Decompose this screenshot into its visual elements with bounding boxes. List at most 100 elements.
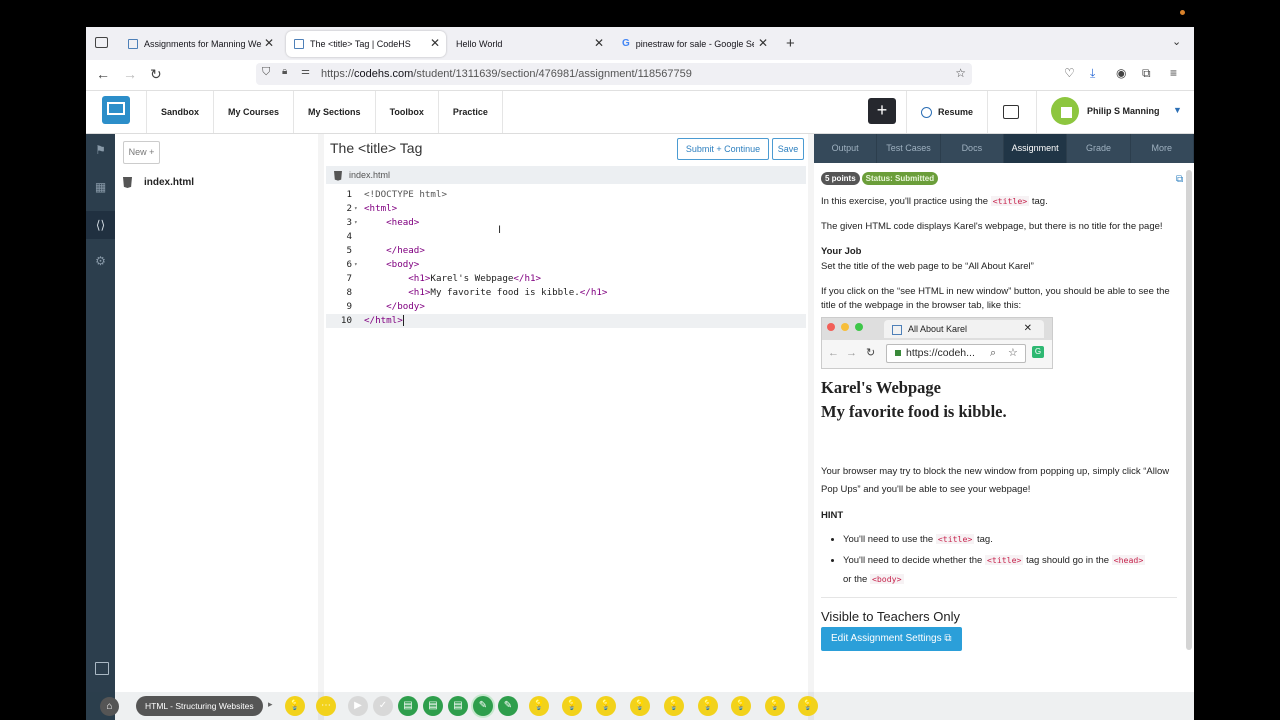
- code-line[interactable]: 1 <!DOCTYPE html>: [326, 188, 806, 202]
- nav-my-sections[interactable]: My Sections: [294, 91, 376, 133]
- code-line[interactable]: 8 <h1>My favorite food is kibble.</h1>: [326, 286, 806, 300]
- file-item[interactable]: index.html: [123, 177, 194, 188]
- tab-assignments[interactable]: Assignments for Manning Web D ✕: [120, 31, 280, 57]
- tab-overview-icon[interactable]: [95, 37, 108, 48]
- new-tab-icon[interactable]: +: [786, 35, 795, 52]
- code-line[interactable]: 6 ▾ <body>: [326, 258, 806, 272]
- hint-bulb-icon[interactable]: 💡: [731, 696, 751, 716]
- permissions-icon[interactable]: ⚌: [301, 66, 310, 77]
- code-line[interactable]: 7 <h1>Karel's Webpage</h1>: [326, 272, 806, 286]
- account-icon[interactable]: ◉: [1116, 66, 1126, 80]
- resume-button[interactable]: Resume: [906, 91, 988, 133]
- menu-icon[interactable]: ≡: [1170, 66, 1177, 80]
- calendar-icon[interactable]: ▦: [94, 181, 107, 194]
- exercise-icon[interactable]: ✎: [498, 696, 518, 716]
- save-button[interactable]: Save: [772, 138, 804, 160]
- hint-bulb-icon[interactable]: 💡: [285, 696, 305, 716]
- settings-gear-icon[interactable]: ⚙: [94, 255, 107, 268]
- lock-icon[interactable]: 🔒︎: [282, 66, 287, 77]
- line-number: 7: [346, 273, 352, 284]
- tab-docs[interactable]: Docs: [941, 134, 1004, 163]
- tab-output[interactable]: Output: [814, 134, 878, 163]
- bookmark-star-icon[interactable]: ☆: [955, 66, 966, 80]
- add-button[interactable]: +: [868, 98, 896, 124]
- tab-test-cases[interactable]: Test Cases: [877, 134, 941, 163]
- close-dot-icon: [827, 323, 835, 331]
- tab-grade[interactable]: Grade: [1067, 134, 1131, 163]
- download-icon[interactable]: ⤓: [1090, 66, 1095, 81]
- hint-bulb-icon[interactable]: 💡: [562, 696, 582, 716]
- exercise-icon[interactable]: ▤: [448, 696, 468, 716]
- hint-bulb-icon[interactable]: 💡: [664, 696, 684, 716]
- url-bar[interactable]: ⛉ 🔒︎ ⚌ https://codehs.com/student/131163…: [256, 63, 972, 85]
- points-badge: 5 points: [821, 172, 860, 185]
- code-line[interactable]: 9 </body>: [326, 300, 806, 314]
- nav-toolbox[interactable]: Toolbox: [376, 91, 439, 133]
- close-tab-icon[interactable]: ✕: [594, 36, 604, 50]
- hint2-c: or the: [843, 574, 870, 585]
- panel-tabs: Output Test Cases Docs Assignment Grade …: [814, 134, 1194, 163]
- nav-sandbox[interactable]: Sandbox: [146, 91, 215, 133]
- toggle-panel-icon[interactable]: [95, 662, 109, 675]
- code-icon[interactable]: ⟨⟩: [86, 211, 115, 239]
- exercise-icon[interactable]: ✎: [473, 696, 493, 716]
- hint-bulb-icon[interactable]: 💡: [630, 696, 650, 716]
- file-tab-label: index.html: [349, 170, 391, 180]
- reload-icon[interactable]: ↻: [150, 66, 162, 83]
- fold-arrow-icon[interactable]: ▾: [354, 202, 358, 216]
- recording-indicator-icon: [1180, 10, 1185, 15]
- fold-arrow-icon[interactable]: ▾: [354, 258, 358, 272]
- tab-hello-world[interactable]: Hello World ✕: [450, 31, 610, 57]
- code-editor[interactable]: 1 <!DOCTYPE html> 2 ▾ <html> 3 ▾ <head> 4 5 </he…: [326, 188, 806, 328]
- maximize-dot-icon: [855, 323, 863, 331]
- code-line[interactable]: 4: [326, 230, 806, 244]
- hint-bulb-icon[interactable]: 💡: [596, 696, 616, 716]
- close-tab-icon[interactable]: ✕: [430, 36, 440, 50]
- user-menu[interactable]: Philip S Manning ▼: [1036, 91, 1194, 133]
- nav-my-courses[interactable]: My Courses: [214, 91, 295, 133]
- hint-bulb-icon[interactable]: ⋯: [316, 696, 336, 716]
- hint-bulb-icon[interactable]: 💡: [698, 696, 718, 716]
- exercise-icon[interactable]: ▤: [423, 696, 443, 716]
- map-icon[interactable]: ⚑: [94, 144, 107, 157]
- extensions-icon[interactable]: ⧉: [1142, 66, 1151, 81]
- external-link-icon[interactable]: ⧉: [1176, 173, 1183, 187]
- close-tab-icon[interactable]: ✕: [758, 36, 768, 50]
- forward-icon[interactable]: →: [123, 66, 137, 82]
- back-icon[interactable]: ←: [96, 66, 110, 82]
- tab-more[interactable]: More: [1131, 134, 1194, 163]
- video-icon[interactable]: ✓: [373, 696, 393, 716]
- exercise-icon[interactable]: ▤: [398, 696, 418, 716]
- shield-icon[interactable]: ⛉: [262, 66, 270, 79]
- job-heading: Your Job: [821, 246, 862, 257]
- pocket-icon[interactable]: ♡: [1064, 66, 1075, 80]
- edit-assignment-settings-button[interactable]: Edit Assignment Settings ⧉: [821, 627, 962, 651]
- code-line[interactable]: 3 ▾ <head>: [326, 216, 806, 230]
- hint-bulb-icon[interactable]: 💡: [765, 696, 785, 716]
- fold-arrow-icon[interactable]: ▾: [354, 216, 358, 230]
- code-line[interactable]: 2 ▾ <html>: [326, 202, 806, 216]
- scrollbar[interactable]: [1186, 170, 1192, 650]
- back-icon: ←: [828, 347, 839, 359]
- star-icon: ☆: [1008, 347, 1018, 359]
- nav-practice[interactable]: Practice: [439, 91, 503, 133]
- editor-file-tab[interactable]: index.html: [326, 166, 806, 184]
- hint-bulb-icon[interactable]: 💡: [529, 696, 549, 716]
- tab-google-search[interactable]: G pinestraw for sale - Google Sea ✕: [614, 31, 774, 57]
- hint-bulb-icon[interactable]: 💡: [798, 696, 818, 716]
- close-tab-icon[interactable]: ✕: [264, 36, 274, 50]
- tab-title-tag[interactable]: The <title> Tag | CodeHS ✕: [286, 31, 446, 57]
- list-tabs-chevron-icon[interactable]: ⌄: [1172, 35, 1181, 48]
- code-line[interactable]: 5 </head>: [326, 244, 806, 258]
- code-snippet: <body>: [869, 574, 904, 584]
- code-line[interactable]: 10 </html>: [326, 314, 806, 328]
- codehs-logo-icon[interactable]: [102, 96, 130, 124]
- submit-continue-button[interactable]: Submit + Continue: [677, 138, 769, 160]
- new-file-button[interactable]: New +: [123, 141, 160, 164]
- breadcrumb[interactable]: HTML - Structuring Websites: [136, 696, 263, 716]
- minimize-dot-icon: [841, 323, 849, 331]
- video-icon[interactable]: ▶: [348, 696, 368, 716]
- tab-assignment[interactable]: Assignment: [1003, 134, 1068, 163]
- window-layout-icon[interactable]: [1003, 105, 1019, 119]
- home-icon[interactable]: ⌂: [100, 697, 119, 716]
